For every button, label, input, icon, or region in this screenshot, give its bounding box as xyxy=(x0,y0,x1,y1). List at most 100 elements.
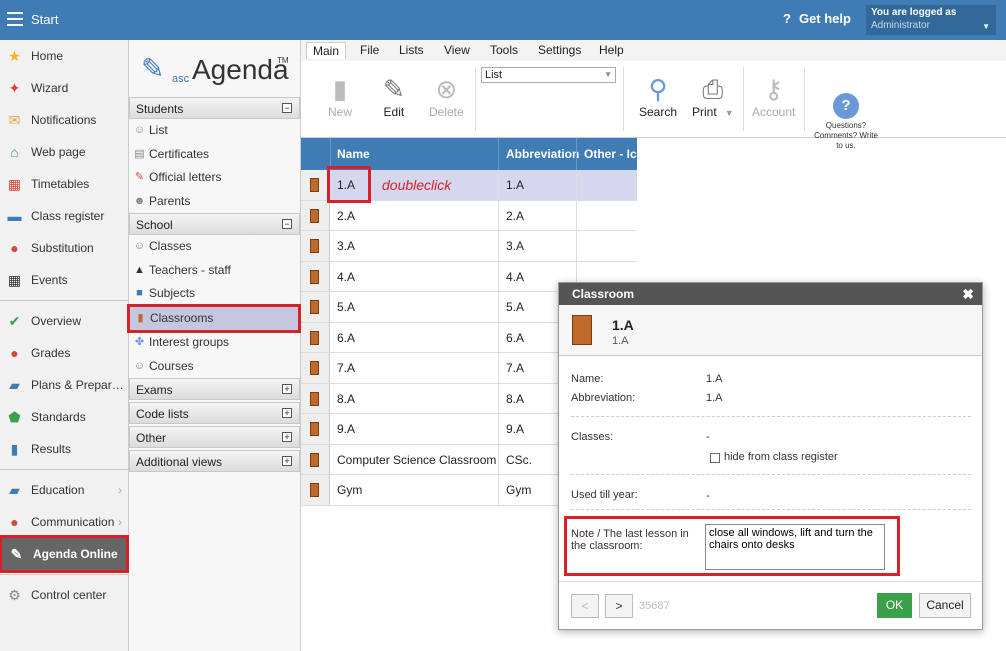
cell-abbreviation[interactable]: 6.A xyxy=(506,331,524,345)
previous-button[interactable]: < xyxy=(571,594,599,618)
tree-item-classes[interactable]: ☺ Classes xyxy=(129,235,300,259)
name-value[interactable]: 1.A xyxy=(706,373,723,385)
sidebar-item-label: Home xyxy=(31,49,64,63)
tree-item-courses[interactable]: ☺ Courses xyxy=(129,355,300,379)
column-abbreviation[interactable]: Abbreviation xyxy=(506,147,579,161)
edit-button[interactable]: ✎ Edit xyxy=(383,73,405,119)
sidebar-item-overview[interactable]: ✔ Overview xyxy=(0,305,128,337)
user-menu[interactable]: You are logged as Administrator ▼ xyxy=(866,5,996,35)
cell-abbreviation[interactable]: 8.A xyxy=(506,392,524,406)
tree-item-classrooms[interactable]: ▮ Classrooms xyxy=(127,303,301,333)
hamburger-icon[interactable] xyxy=(7,12,23,26)
sidebar-item-communication[interactable]: ● Communication › xyxy=(0,506,128,538)
start-title[interactable]: Start xyxy=(31,12,58,27)
tree-item-subjects[interactable]: ■ Subjects xyxy=(129,282,300,306)
tab-lists[interactable]: Lists xyxy=(399,43,424,57)
ok-button[interactable]: OK xyxy=(877,593,912,618)
tree-item-parents[interactable]: ☻ Parents xyxy=(129,190,300,214)
expand-icon[interactable]: + xyxy=(282,432,292,442)
cell-name[interactable]: 9.A xyxy=(337,422,355,436)
note-textarea[interactable]: close all windows, lift and turn the cha… xyxy=(705,524,885,570)
sidebar-item-standards[interactable]: ⬟ Standards xyxy=(0,401,128,433)
cell-name[interactable]: Computer Science Classroom xyxy=(337,453,496,467)
classes-value[interactable]: - xyxy=(706,431,710,443)
chevron-down-icon[interactable]: ▼ xyxy=(725,108,734,118)
delete-button[interactable]: ⊗ Delete xyxy=(429,73,464,119)
search-button[interactable]: ⚲ Search xyxy=(639,73,677,119)
tree-item-list[interactable]: ☺ List xyxy=(129,119,300,143)
cell-name[interactable]: 8.A xyxy=(337,392,355,406)
hide-checkbox-label[interactable]: hide from class register xyxy=(724,451,838,463)
expand-icon[interactable]: + xyxy=(282,408,292,418)
cell-abbreviation[interactable]: Gym xyxy=(506,483,531,497)
next-button[interactable]: > xyxy=(605,594,633,618)
group-additional-views[interactable]: Additional views + xyxy=(129,450,300,472)
tree-item-official-letters[interactable]: ✎ Official letters xyxy=(129,166,300,190)
question-icon[interactable]: ? xyxy=(833,93,859,119)
sidebar-item-class-register[interactable]: ▬ Class register xyxy=(0,200,128,232)
used-till-value[interactable]: - xyxy=(706,490,710,502)
new-button[interactable]: ▮ New xyxy=(328,73,352,119)
cell-name[interactable]: 5.A xyxy=(337,300,355,314)
get-help-button[interactable]: ? Get help xyxy=(783,11,851,26)
sidebar-item-plans-prepar[interactable]: ▰ Plans & Prepar… xyxy=(0,369,128,401)
abbreviation-value[interactable]: 1.A xyxy=(706,392,723,404)
sidebar-item-agenda-online[interactable]: ✎ Agenda Online xyxy=(0,535,129,573)
expand-icon[interactable]: + xyxy=(282,456,292,466)
sidebar-item-events[interactable]: ▦ Events xyxy=(0,264,128,296)
column-other[interactable]: Other - Ico xyxy=(584,147,637,161)
tree-item-certificates[interactable]: ▤ Certificates xyxy=(129,143,300,167)
tab-tools[interactable]: Tools xyxy=(490,43,518,57)
sidebar-item-control-center[interactable]: ⚙ Control center xyxy=(0,579,128,611)
cell-name[interactable]: 4.A xyxy=(337,270,355,284)
cell-abbreviation[interactable]: 2.A xyxy=(506,209,524,223)
cell-name[interactable]: 6.A xyxy=(337,331,355,345)
tab-settings[interactable]: Settings xyxy=(538,43,581,57)
sidebar-item-substitution[interactable]: ● Substitution xyxy=(0,232,128,264)
group-other[interactable]: Other + xyxy=(129,426,300,448)
cell-abbreviation[interactable]: 5.A xyxy=(506,300,524,314)
column-name[interactable]: Name xyxy=(337,147,370,161)
cell-abbreviation[interactable]: 9.A xyxy=(506,422,524,436)
cell-name[interactable]: 7.A xyxy=(337,361,355,375)
sidebar-item-results[interactable]: ▮ Results xyxy=(0,433,128,465)
cell-abbreviation[interactable]: CSc. xyxy=(506,453,532,467)
table-row[interactable]: 3.A 3.A xyxy=(301,231,637,262)
cell-abbreviation[interactable]: 1.A xyxy=(506,178,524,192)
cell-abbreviation[interactable]: 7.A xyxy=(506,361,524,375)
sidebar-item-web-page[interactable]: ⌂ Web page xyxy=(0,136,128,168)
ribbon-separator xyxy=(623,67,624,131)
group-school[interactable]: School − xyxy=(129,213,300,235)
collapse-icon[interactable]: − xyxy=(282,219,292,229)
print-button[interactable]: ⎙ Print ▼ xyxy=(692,73,734,119)
cell-abbreviation[interactable]: 3.A xyxy=(506,239,524,253)
group-exams[interactable]: Exams + xyxy=(129,378,300,400)
cancel-button[interactable]: Cancel xyxy=(919,593,971,618)
sidebar-item-education[interactable]: ▰ Education › xyxy=(0,474,128,506)
tab-file[interactable]: File xyxy=(360,43,379,57)
cell-name[interactable]: Gym xyxy=(337,483,362,497)
list-select[interactable]: List ▼ xyxy=(481,67,616,83)
sidebar-item-wizard[interactable]: ✦ Wizard xyxy=(0,72,128,104)
group-students[interactable]: Students − xyxy=(129,97,300,119)
tab-main[interactable]: Main xyxy=(306,42,347,59)
collapse-icon[interactable]: − xyxy=(282,103,292,113)
expand-icon[interactable]: + xyxy=(282,384,292,394)
hide-checkbox[interactable] xyxy=(710,453,720,463)
table-row[interactable]: 2.A 2.A xyxy=(301,200,637,231)
sidebar-item-home[interactable]: ★ Home xyxy=(0,40,128,72)
tab-view[interactable]: View xyxy=(444,43,470,57)
sidebar-item-notifications[interactable]: ✉ Notifications xyxy=(0,104,128,136)
tree-item-interest-groups[interactable]: ✤ Interest groups xyxy=(129,331,300,355)
sidebar-item-timetables[interactable]: ▦ Timetables xyxy=(0,168,128,200)
tree-item-teachers[interactable]: ▲ Teachers - staff xyxy=(129,259,300,283)
cell-name[interactable]: 2.A xyxy=(337,209,355,223)
questions-label[interactable]: Questions? Comments? Write to us. xyxy=(811,121,881,151)
cell-name[interactable]: 3.A xyxy=(337,239,355,253)
tab-help[interactable]: Help xyxy=(599,43,624,57)
sidebar-item-grades[interactable]: ● Grades xyxy=(0,337,128,369)
account-button[interactable]: ⚷ Account xyxy=(752,73,795,119)
close-icon[interactable]: ✖ xyxy=(962,283,974,305)
cell-abbreviation[interactable]: 4.A xyxy=(506,270,524,284)
group-code-lists[interactable]: Code lists + xyxy=(129,402,300,424)
